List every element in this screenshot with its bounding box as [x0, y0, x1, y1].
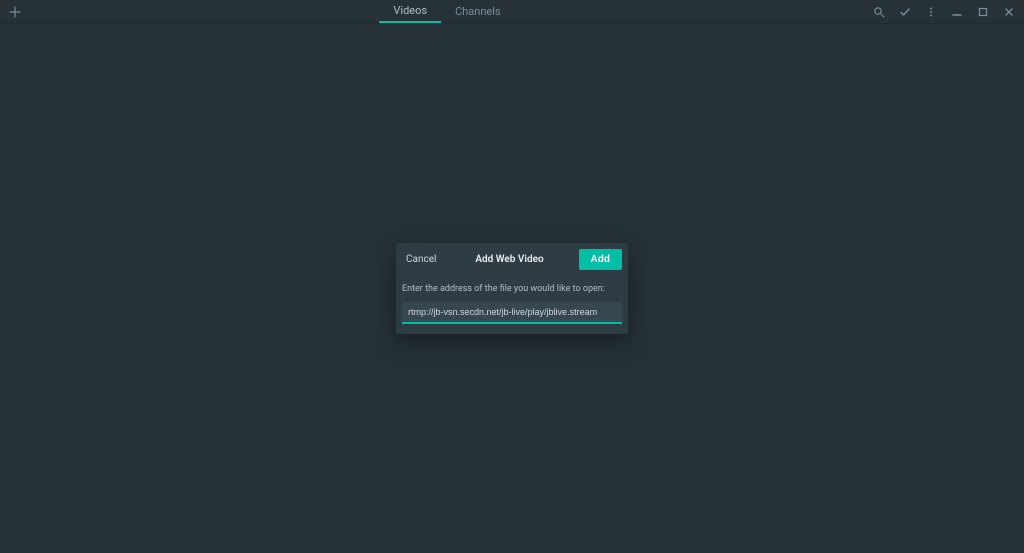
- dialog-title: Add Web Video: [446, 254, 572, 265]
- topbar-left: [8, 5, 22, 19]
- check-icon[interactable]: [898, 5, 912, 19]
- dialog-overlay: Cancel Add Web Video Add Enter the addre…: [0, 24, 1024, 553]
- more-icon[interactable]: [924, 5, 938, 19]
- tab-label: Videos: [393, 4, 427, 17]
- tab-channels[interactable]: Channels: [441, 0, 515, 23]
- dialog-body: Enter the address of the file you would …: [396, 276, 628, 334]
- add-icon[interactable]: [8, 5, 22, 19]
- url-input[interactable]: [402, 302, 622, 324]
- content-area: Cancel Add Web Video Add Enter the addre…: [0, 24, 1024, 553]
- tab-label: Channels: [455, 5, 501, 18]
- search-icon[interactable]: [872, 5, 886, 19]
- topbar: Videos Channels: [0, 0, 1024, 24]
- cancel-button[interactable]: Cancel: [402, 250, 440, 269]
- close-icon[interactable]: [1002, 5, 1016, 19]
- maximize-icon[interactable]: [976, 5, 990, 19]
- dialog-header: Cancel Add Web Video Add: [396, 243, 628, 276]
- minimize-icon[interactable]: [950, 5, 964, 19]
- tabs: Videos Channels: [22, 0, 872, 23]
- dialog-prompt: Enter the address of the file you would …: [402, 284, 622, 294]
- tab-videos[interactable]: Videos: [379, 0, 441, 23]
- topbar-right: [872, 5, 1016, 19]
- add-web-video-dialog: Cancel Add Web Video Add Enter the addre…: [396, 243, 628, 334]
- add-button[interactable]: Add: [579, 249, 622, 270]
